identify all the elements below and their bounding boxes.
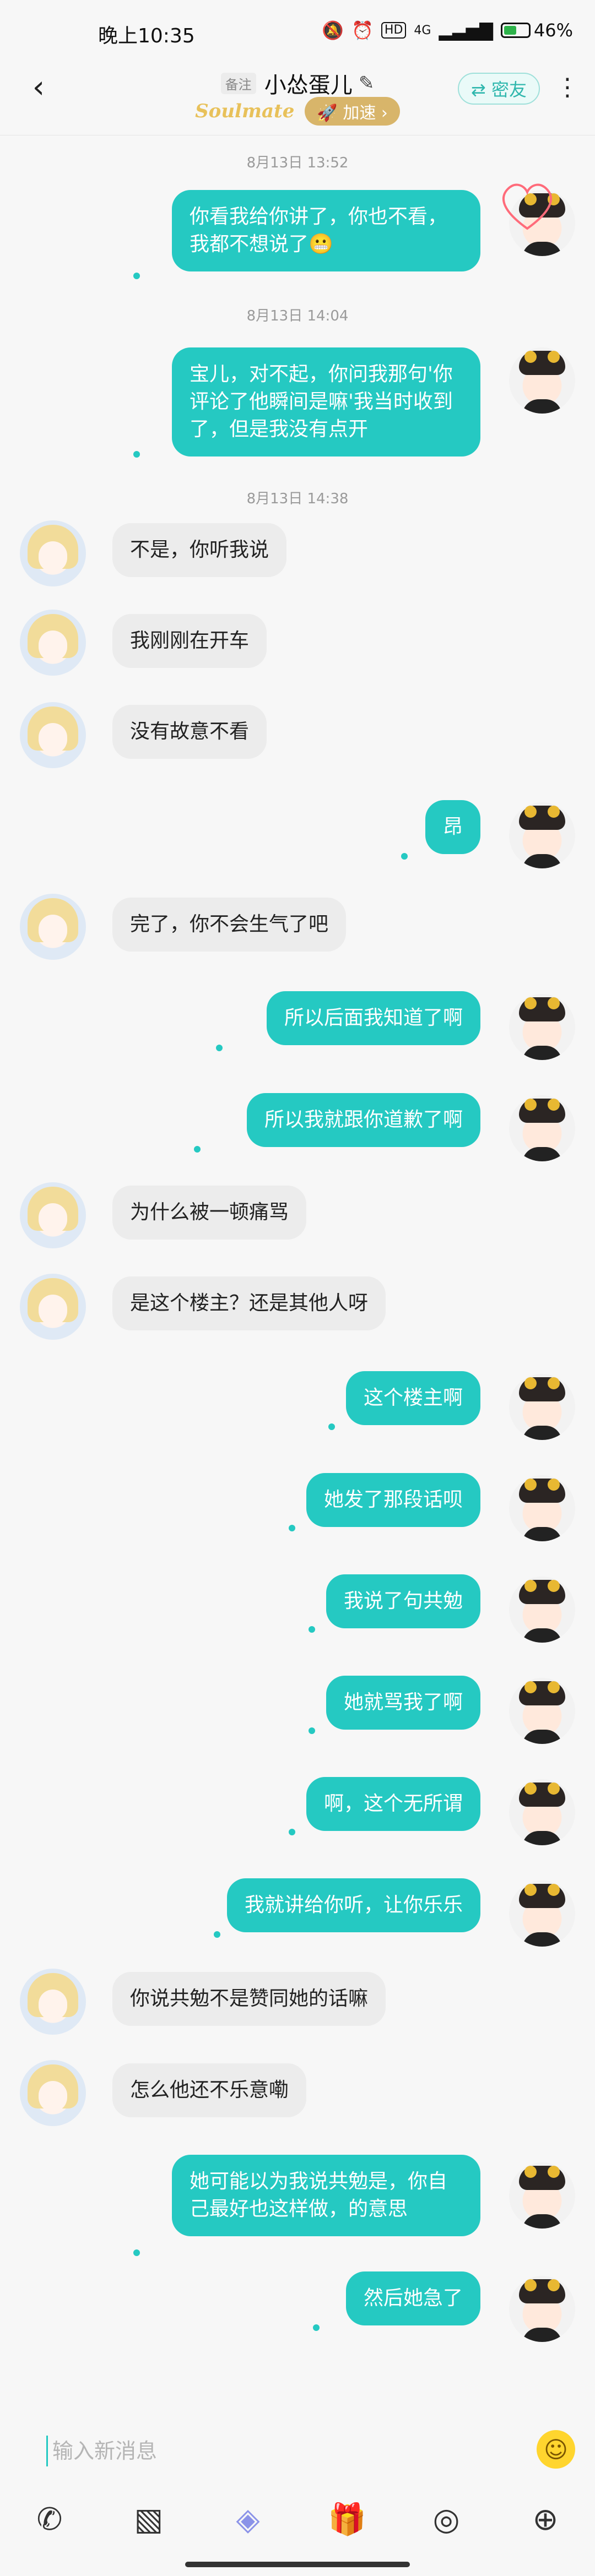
message-bubble[interactable]: 完了，你不会生气了吧: [112, 898, 347, 952]
timestamp: 8月13日 13:52: [246, 155, 349, 171]
my-avatar[interactable]: [509, 1095, 575, 1161]
my-avatar[interactable]: [509, 1374, 575, 1440]
message-bubble[interactable]: 这个楼主啊: [345, 1371, 480, 1425]
read-dot: [309, 1626, 315, 1633]
voice-icon[interactable]: ◎: [424, 2497, 468, 2541]
input-bar: 输入新消息 ☺: [0, 2415, 595, 2486]
remark-tag[interactable]: 备注: [220, 72, 256, 94]
read-dot: [309, 1727, 315, 1734]
message-bubble[interactable]: 是这个楼主？还是其他人呀: [112, 1276, 386, 1330]
message-bubble[interactable]: 宝儿，对不起，你问我那句'你评论了他瞬间是嘛'我当时收到了，但是我没有点开: [172, 347, 480, 456]
image-icon[interactable]: ▧: [127, 2497, 171, 2541]
timestamp: 8月13日 14:04: [246, 308, 349, 324]
gift-icon[interactable]: 🎁: [325, 2497, 369, 2541]
message-bubble[interactable]: 所以我就跟你道歉了啊: [246, 1093, 480, 1147]
my-avatar[interactable]: [509, 802, 575, 868]
message-bubble[interactable]: 啊，这个无所谓: [306, 1777, 480, 1831]
home-indicator[interactable]: [185, 2562, 410, 2567]
contact-avatar[interactable]: [20, 610, 86, 676]
soulmate-badge: Soulmate: [195, 100, 295, 122]
read-dot: [289, 1525, 295, 1531]
speed-up-label: 加速: [343, 104, 376, 123]
mute-icon: 🔕: [322, 20, 344, 41]
read-dot: [133, 273, 140, 279]
plus-icon[interactable]: ⊕: [523, 2497, 567, 2541]
my-avatar[interactable]: [509, 2276, 575, 2342]
edit-icon[interactable]: ✎: [359, 72, 375, 94]
status-bar: 晚上10:35 🔕 ⏰ HD 4G ▂▃▅▇ 46%: [0, 0, 595, 61]
message-bubble[interactable]: 我刚刚在开车: [112, 614, 267, 668]
contact-avatar[interactable]: [20, 894, 86, 960]
message-bubble[interactable]: 她可能以为我说共勉是，你自己最好也这样做，的意思: [172, 2155, 480, 2236]
chat-list[interactable]: 8月13日 13:52 你看我给你讲了，你也不看，我都不想说了😬 8月13日 1…: [0, 135, 595, 2415]
status-icons: 🔕 ⏰ HD 4G ▂▃▅▇ 46%: [322, 20, 573, 41]
phone-icon[interactable]: ✆: [28, 2497, 72, 2541]
read-dot: [194, 1146, 201, 1153]
message-bubble[interactable]: 不是，你听我说: [112, 523, 287, 577]
message-bubble[interactable]: 昂: [425, 800, 480, 854]
more-menu-button[interactable]: ⋮: [555, 70, 580, 104]
close-friend-label: 密友: [491, 79, 527, 100]
network-label: 4G: [414, 23, 431, 37]
close-friend-button[interactable]: ⇄ 密友: [458, 73, 540, 105]
timestamp: 8月13日 14:38: [246, 491, 349, 507]
read-dot: [328, 1423, 335, 1430]
more-vertical-icon: ⋮: [555, 73, 580, 101]
contact-avatar[interactable]: [20, 1274, 86, 1340]
message-bubble[interactable]: 所以后面我知道了啊: [266, 991, 480, 1045]
hd-icon: HD: [381, 22, 407, 39]
read-dot: [401, 853, 408, 860]
cube-icon[interactable]: ◈: [226, 2497, 270, 2541]
message-bubble[interactable]: 怎么他还不乐意嘞: [112, 2063, 307, 2117]
my-avatar[interactable]: [509, 1577, 575, 1643]
contact-avatar[interactable]: [20, 702, 86, 768]
read-dot: [133, 2249, 140, 2256]
status-time: 晚上10:35: [98, 25, 195, 47]
emoji-button[interactable]: ☺: [537, 2430, 575, 2469]
alarm-icon: ⏰: [351, 20, 374, 41]
rocket-icon: 🚀: [317, 104, 338, 123]
my-avatar[interactable]: [509, 1779, 575, 1845]
message-bubble[interactable]: 她发了那段话呗: [306, 1473, 480, 1527]
message-bubble[interactable]: 为什么被一顿痛骂: [112, 1186, 307, 1240]
speed-up-button[interactable]: 🚀 加速 ›: [305, 97, 400, 126]
smile-icon: ☺: [544, 2436, 568, 2463]
chat-toolbar: ✆ ▧ ◈ 🎁 ◎ ⊕: [0, 2486, 595, 2552]
signal-icon: ▂▃▅▇: [439, 20, 493, 41]
my-avatar[interactable]: [509, 994, 575, 1060]
chevron-right-icon: ›: [381, 104, 388, 123]
read-dot: [214, 1931, 220, 1938]
contact-avatar[interactable]: [20, 520, 86, 586]
my-avatar[interactable]: [509, 347, 575, 414]
my-avatar[interactable]: [509, 2162, 575, 2229]
contact-avatar[interactable]: [20, 1182, 86, 1248]
my-avatar[interactable]: [509, 1678, 575, 1744]
heart-frame-icon: [502, 183, 552, 230]
battery-percent: 46%: [533, 20, 573, 41]
my-avatar[interactable]: [509, 1881, 575, 1947]
my-avatar[interactable]: [509, 1475, 575, 1541]
message-input[interactable]: 输入新消息: [46, 2436, 504, 2466]
message-bubble[interactable]: 她就骂我了啊: [326, 1676, 480, 1730]
message-bubble[interactable]: 我说了句共勉: [326, 1574, 480, 1628]
read-dot: [133, 451, 140, 458]
read-dot: [313, 2324, 320, 2331]
contact-avatar[interactable]: [20, 2060, 86, 2126]
message-bubble[interactable]: 我就讲给你听，让你乐乐: [226, 1878, 480, 1932]
read-dot: [216, 1045, 223, 1051]
contact-avatar[interactable]: [20, 1969, 86, 2035]
message-bubble[interactable]: 然后她急了: [345, 2271, 480, 2325]
chat-header: ‹ 备注 小怂蛋儿 ✎ Soulmate 🚀 加速 › ⇄ 密友 ⋮: [0, 61, 595, 135]
message-bubble[interactable]: 没有故意不看: [112, 705, 267, 759]
read-dot: [289, 1829, 295, 1835]
message-bubble[interactable]: 你看我给你讲了，你也不看，我都不想说了😬: [172, 190, 480, 271]
battery-icon: 46%: [500, 20, 573, 41]
message-bubble[interactable]: 你说共勉不是赞同她的话嘛: [112, 1972, 386, 2026]
contact-name[interactable]: 小怂蛋儿: [264, 73, 353, 98]
swap-icon: ⇄: [471, 79, 486, 100]
